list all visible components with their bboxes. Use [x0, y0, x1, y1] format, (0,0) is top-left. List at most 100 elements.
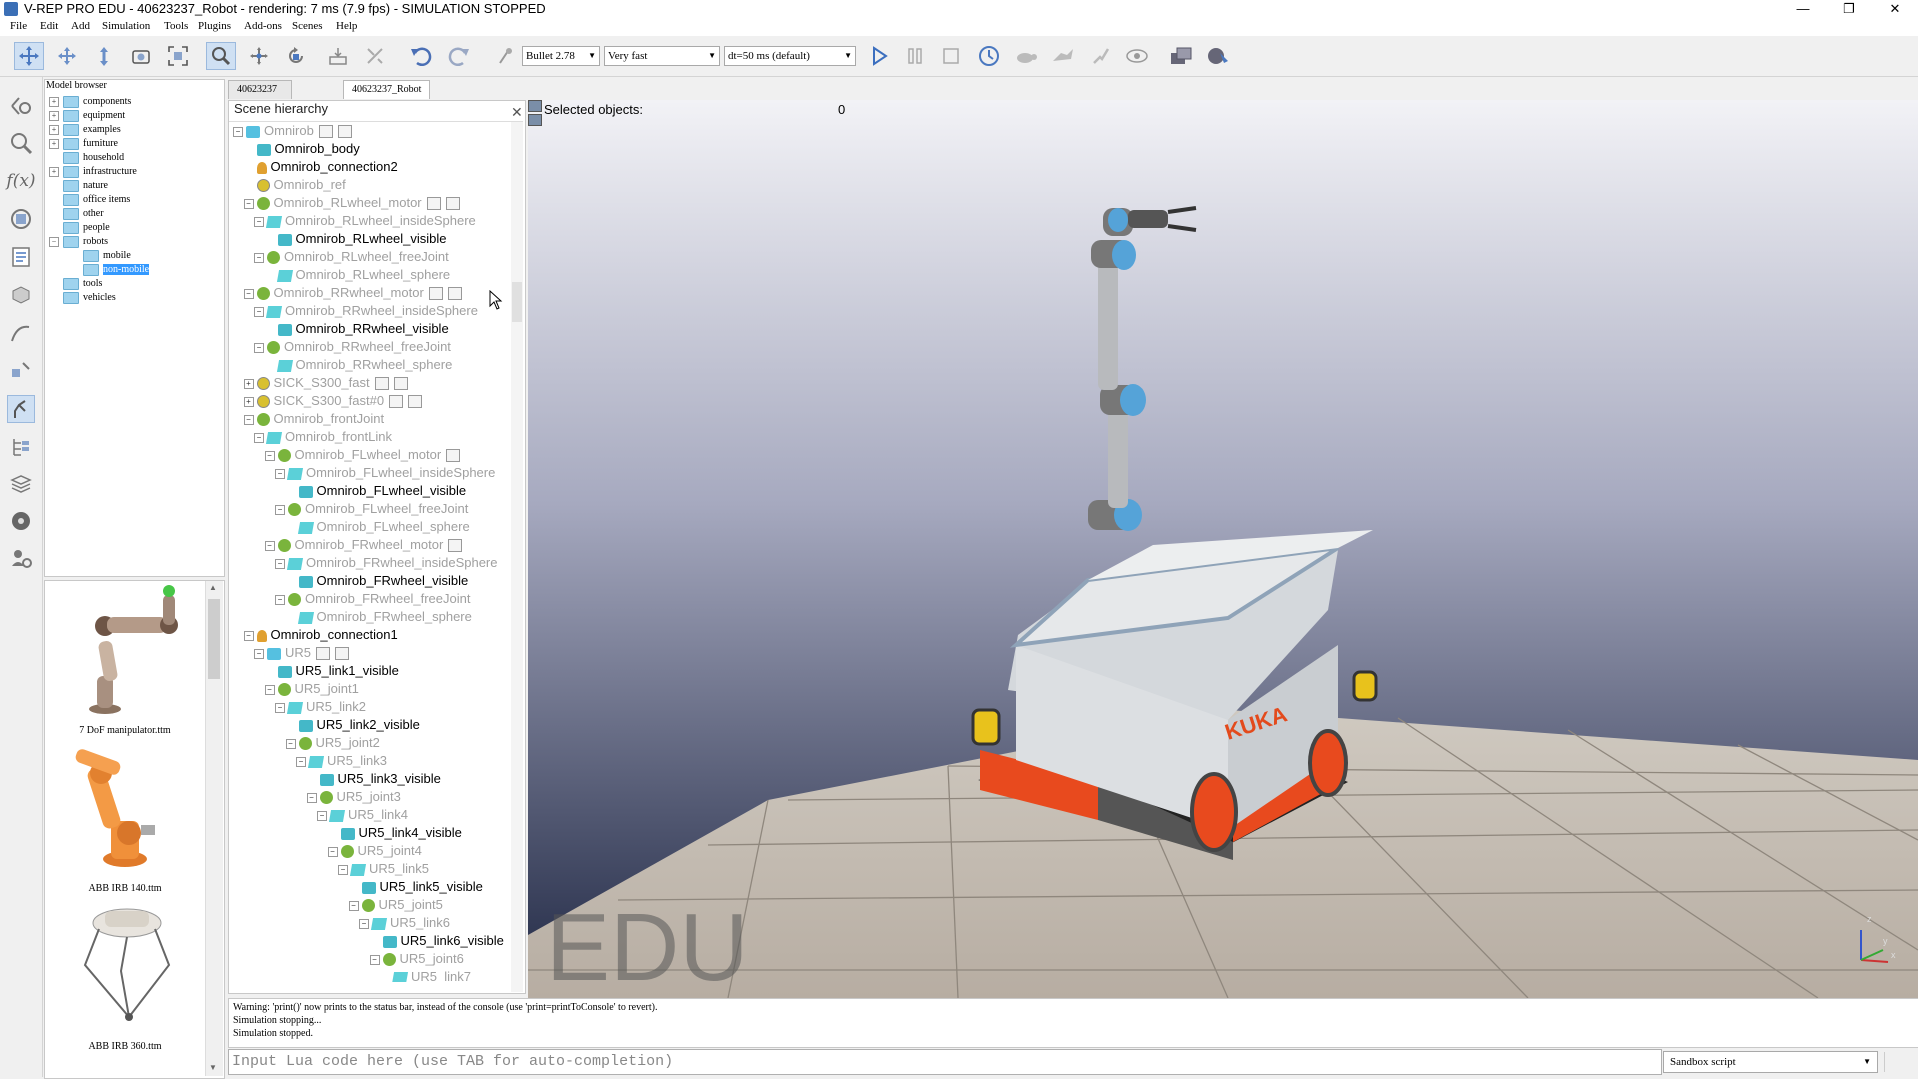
customization-icon[interactable]	[335, 647, 350, 661]
script-icon[interactable]	[448, 539, 463, 553]
model-folder-non-mobile[interactable]: non-mobile	[47, 263, 222, 277]
hierarchy-row[interactable]: Omnirob_FLwheel_visible	[233, 482, 509, 500]
hierarchy-row[interactable]: − Omnirob_RLwheel_freeJoint	[233, 248, 509, 266]
script-icon[interactable]	[426, 197, 441, 211]
hierarchy-row[interactable]: UR5_link6_visible	[233, 932, 509, 950]
collapse-icon[interactable]: −	[254, 648, 264, 659]
camera-angle-icon[interactable]	[126, 42, 156, 70]
stop-button[interactable]	[936, 42, 966, 70]
hierarchy-row[interactable]: − Omnirob_FLwheel_motor	[233, 446, 509, 464]
model-thumbnail-irb360[interactable]: ABB IRB 360.ttm	[45, 899, 205, 1052]
view-option-icon[interactable]	[528, 114, 542, 126]
physics-engine-select[interactable]: Bullet 2.78 ▼	[522, 46, 600, 66]
collapse-icon[interactable]: −	[275, 504, 285, 515]
model-thumbnail-irb140[interactable]: ABB IRB 140.ttm	[45, 741, 205, 894]
model-folder-robots[interactable]: − robots	[47, 235, 222, 249]
time-step-select[interactable]: dt=50 ms (default) ▼	[724, 46, 856, 66]
model-folder-other[interactable]: other	[47, 207, 222, 221]
collapse-icon[interactable]: −	[317, 810, 327, 821]
hierarchy-row[interactable]: − UR5_joint5	[233, 896, 509, 914]
expand-icon[interactable]: −	[49, 236, 59, 247]
collapse-icon[interactable]: −	[243, 198, 254, 209]
hierarchy-row[interactable]: Omnirob_body	[233, 140, 509, 158]
hierarchy-row[interactable]: Omnirob_ref	[233, 176, 509, 194]
model-browser-toggle-icon[interactable]	[7, 395, 35, 423]
customization-icon[interactable]	[445, 197, 460, 211]
hierarchy-row[interactable]: − Omnirob_RLwheel_insideSphere	[233, 212, 509, 230]
expand-icon[interactable]: +	[49, 138, 59, 149]
collapse-icon[interactable]: −	[327, 846, 338, 857]
view-menu-icon[interactable]	[528, 100, 542, 112]
customization-icon[interactable]	[408, 395, 423, 409]
model-folder-examples[interactable]: + examples	[47, 123, 222, 137]
hierarchy-row[interactable]: − Omnirob_RLwheel_motor	[233, 194, 509, 212]
scene-hierarchy-toggle-icon[interactable]	[7, 433, 35, 461]
hierarchy-row[interactable]: − Omnirob_RRwheel_freeJoint	[233, 338, 509, 356]
customization-icon[interactable]	[393, 377, 408, 391]
shape-edit-icon[interactable]	[7, 281, 35, 309]
tab-bubblerob[interactable]: 40623237 BubbleRob	[228, 80, 292, 113]
path-edit-icon[interactable]	[7, 319, 35, 347]
hierarchy-row[interactable]: − UR5_link6	[233, 914, 509, 932]
model-folder-mobile[interactable]: mobile	[47, 249, 222, 263]
hierarchy-row[interactable]: + SICK_S300_fast#0	[233, 392, 509, 410]
scroll-up-icon[interactable]: ▲	[209, 583, 217, 592]
menu-addons[interactable]: Add-ons	[244, 20, 282, 32]
hierarchy-row[interactable]: − Omnirob	[233, 122, 509, 140]
undo-icon[interactable]	[406, 42, 436, 70]
collapse-icon[interactable]: −	[254, 342, 264, 353]
collapse-icon[interactable]: −	[264, 540, 275, 551]
menu-plugins[interactable]: Plugins	[198, 20, 231, 32]
assemble-icon[interactable]	[323, 42, 353, 70]
collapse-icon[interactable]: −	[264, 450, 275, 461]
hierarchy-row[interactable]: − Omnirob_connection1	[233, 626, 509, 644]
speed-up-icon[interactable]	[1048, 42, 1078, 70]
menu-simulation[interactable]: Simulation	[102, 20, 150, 32]
hierarchy-scrollbar[interactable]	[511, 122, 523, 992]
menu-add[interactable]: Add	[71, 20, 90, 32]
script-icon[interactable]	[374, 377, 389, 391]
collapse-icon[interactable]: −	[233, 126, 243, 137]
object-rotate-icon[interactable]	[281, 42, 311, 70]
hierarchy-row[interactable]: − Omnirob_RRwheel_insideSphere	[233, 302, 509, 320]
slow-down-icon[interactable]	[1011, 42, 1041, 70]
collapse-icon[interactable]: −	[369, 954, 380, 965]
collapse-icon[interactable]: −	[264, 684, 275, 695]
hierarchy-row[interactable]: UR5_link4_visible	[233, 824, 509, 842]
tab-robot[interactable]: 40623237_Robot	[343, 80, 431, 99]
hierarchy-row[interactable]: − UR5_joint3	[233, 788, 509, 806]
scripts-icon[interactable]	[7, 243, 35, 271]
script-icon[interactable]	[428, 287, 443, 301]
realtime-icon[interactable]	[974, 42, 1004, 70]
menu-edit[interactable]: Edit	[40, 20, 58, 32]
hierarchy-row[interactable]: − UR5_joint1	[233, 680, 509, 698]
model-folder-nature[interactable]: nature	[47, 179, 222, 193]
collapse-icon[interactable]: −	[254, 432, 264, 443]
pause-button[interactable]	[900, 42, 930, 70]
collapse-icon[interactable]: −	[348, 900, 359, 911]
sim-speed-select[interactable]: Very fast ▼	[604, 46, 720, 66]
collapse-icon[interactable]: −	[254, 216, 264, 227]
menu-file[interactable]: File	[10, 20, 27, 32]
hierarchy-row[interactable]: Omnirob_RLwheel_sphere	[233, 266, 509, 284]
simulation-settings-icon[interactable]	[7, 92, 35, 120]
hierarchy-row[interactable]: − UR5_joint2	[233, 734, 509, 752]
menu-tools[interactable]: Tools	[164, 20, 188, 32]
model-folder-office-items[interactable]: office items	[47, 193, 222, 207]
hierarchy-row[interactable]: Omnirob_RRwheel_visible	[233, 320, 509, 338]
hierarchy-row[interactable]: UR5_link2_visible	[233, 716, 509, 734]
customization-icon[interactable]	[337, 125, 352, 139]
camera-rotate-icon[interactable]	[52, 42, 82, 70]
expand-icon[interactable]: +	[243, 396, 254, 407]
hierarchy-row[interactable]: − Omnirob_frontJoint	[233, 410, 509, 428]
collapse-icon[interactable]: −	[296, 756, 306, 767]
page-selector-icon[interactable]	[1166, 42, 1196, 70]
hierarchy-row[interactable]: UR5_link3_visible	[233, 770, 509, 788]
transfer-dna-icon[interactable]	[360, 42, 390, 70]
hierarchy-row[interactable]: + SICK_S300_fast	[233, 374, 509, 392]
hierarchy-row[interactable]: − Omnirob_FLwheel_insideSphere	[233, 464, 509, 482]
model-thumbnail-7dof[interactable]: 7 DoF manipulator.ttm	[45, 581, 205, 736]
lua-command-input[interactable]: Input Lua code here (use TAB for auto-co…	[228, 1049, 1662, 1075]
script-icon[interactable]	[318, 125, 333, 139]
close-icon[interactable]: ✕	[511, 104, 523, 121]
